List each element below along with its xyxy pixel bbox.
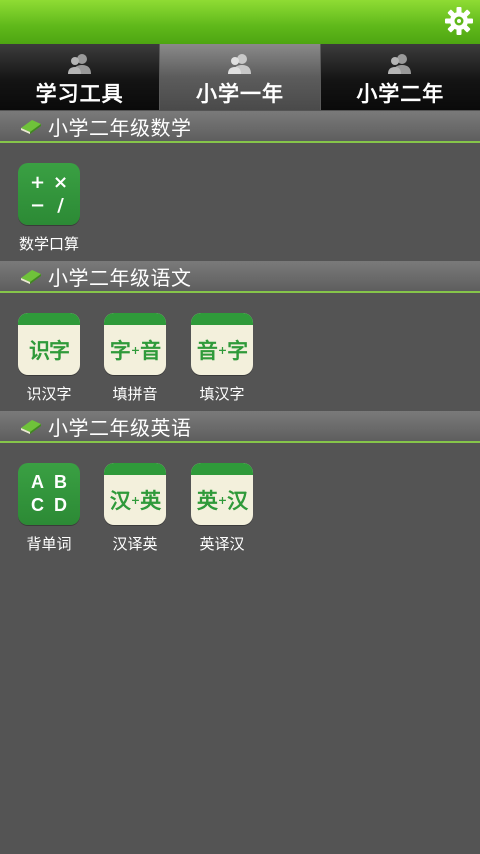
letter-glyph: C [31, 495, 44, 515]
section-title: 小学二年级数学 [48, 115, 192, 140]
tab-grade-2[interactable]: 小学二年 [320, 44, 480, 110]
app-label: 填拼音 [112, 385, 158, 403]
app-recognize-characters[interactable]: 识字 识汉字 [9, 313, 89, 404]
book-icon [21, 420, 41, 434]
card-glyph: 汉 [109, 488, 131, 513]
plus-glyph: + [29, 172, 46, 193]
section-title: 小学二年级语文 [48, 265, 192, 290]
tab-grade-1[interactable]: 小学一年 [160, 44, 321, 110]
card-glyph: 英 [196, 488, 218, 513]
tab-label: 小学二年 [356, 82, 445, 106]
app-label: 英译汉 [199, 535, 245, 553]
pinyin-to-character-icon: 音 + 字 [191, 313, 253, 375]
app-label: 填汉字 [199, 385, 245, 403]
letter-glyph: B [54, 472, 67, 492]
app-label: 识汉字 [26, 385, 72, 403]
letter-glyph: D [54, 495, 67, 515]
abcd-letters-icon: A B C D [18, 463, 80, 525]
person-icon [227, 54, 251, 74]
gear-icon[interactable] [444, 6, 474, 36]
app-fill-pinyin[interactable]: 字 + 音 填拼音 [95, 313, 175, 404]
app-english-to-chinese[interactable]: 英 + 汉 英译汉 [182, 463, 262, 554]
section-header-english: 小学二年级英语 [0, 411, 480, 443]
recognize-characters-icon: 识字 [18, 313, 80, 375]
character-to-pinyin-icon: 字 + 音 [104, 313, 166, 375]
app-label: 汉译英 [112, 535, 158, 553]
tab-bar: 学习工具 小学一年 小学二年 [0, 44, 480, 110]
top-bar [0, 0, 480, 44]
app-label: 背单词 [26, 535, 72, 553]
app-fill-characters[interactable]: 音 + 字 填汉字 [182, 313, 262, 404]
tab-label: 小学一年 [195, 82, 284, 106]
card-glyph: 音 [140, 338, 161, 363]
times-glyph: × [52, 172, 69, 193]
minus-glyph: − [29, 195, 46, 216]
section-header-math: 小学二年级数学 [0, 111, 480, 143]
app-label: 数学口算 [18, 235, 79, 253]
card-glyph: 音 [196, 338, 218, 363]
app-memorize-words[interactable]: A B C D 背单词 [9, 463, 89, 554]
app-math-oral[interactable]: + × − / 数学口算 [9, 163, 89, 254]
person-icon [388, 54, 412, 74]
book-icon [21, 120, 41, 134]
app-chinese-to-english[interactable]: 汉 + 英 汉译英 [95, 463, 175, 554]
letter-glyph: A [31, 472, 44, 492]
english-to-chinese-icon: 英 + 汉 [191, 463, 253, 525]
divide-glyph: / [57, 195, 64, 216]
tab-study-tools[interactable]: 学习工具 [0, 44, 161, 110]
tab-label: 学习工具 [35, 82, 124, 106]
card-glyph: 识字 [29, 338, 70, 363]
math-operators-icon: + × − / [18, 163, 80, 225]
card-glyph: 字 [227, 338, 248, 363]
card-glyph: 英 [140, 488, 161, 513]
section-header-chinese: 小学二年级语文 [0, 261, 480, 293]
book-icon [21, 270, 41, 284]
section-title: 小学二年级英语 [48, 415, 192, 440]
person-icon [67, 54, 91, 74]
card-glyph: 字 [109, 338, 131, 363]
card-glyph: 汉 [227, 488, 248, 513]
chinese-to-english-icon: 汉 + 英 [104, 463, 166, 525]
